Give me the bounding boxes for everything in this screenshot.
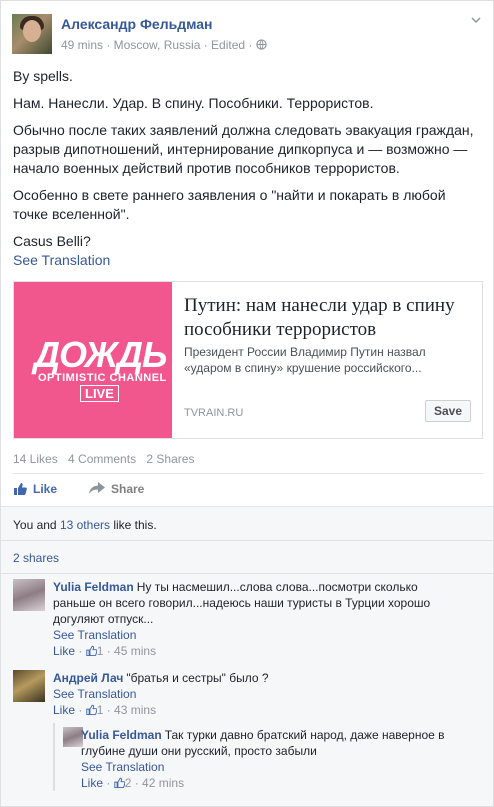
likes-count[interactable]: 14 Likes [13,452,58,466]
see-translation-link[interactable]: See Translation [13,252,110,268]
divider [13,473,483,474]
thumbs-up-icon [13,482,33,496]
comment-body: Андрей Лач "братья и сестры" было ? See T… [53,670,463,718]
reply-thread-line [53,723,55,791]
comment-meta: Like · 1 · 45 mins [53,644,157,658]
divider [1,573,493,574]
shares-link[interactable]: 2 shares [13,551,59,565]
thumbs-up-icon [86,644,97,658]
chevron-down-icon[interactable] [470,14,482,26]
post-paragraph: Обычно после таких заявлений должна след… [13,122,474,176]
logo-subtitle: OPTIMISTIC CHANNEL [38,372,167,384]
commenter-name[interactable]: Андрей Лач [53,671,123,685]
dozhd-logo: ДОЖДЬ [34,334,167,375]
commenter-name[interactable]: Yulia Feldman [81,728,162,742]
shares-count[interactable]: 2 Shares [146,452,194,466]
share-label: Share [111,482,145,496]
link-preview[interactable]: ДОЖДЬ OPTIMISTIC CHANNEL LIVE Путин: нам… [13,281,483,439]
comment-like-count[interactable]: 1 [97,703,104,717]
commenter-name[interactable]: Yulia Feldman [53,580,134,594]
comments-count[interactable]: 4 Comments [68,452,136,466]
link-thumbnail[interactable]: ДОЖДЬ OPTIMISTIC CHANNEL LIVE [14,282,172,438]
logo-live-badge: LIVE [80,385,119,402]
post-paragraph: Casus Belli? [13,233,91,249]
commenter-avatar[interactable] [13,579,45,611]
comment-like-link[interactable]: Like [81,776,103,790]
like-button[interactable]: Like [13,482,57,496]
comment-like-count[interactable]: 2 [125,776,132,790]
divider [1,540,493,541]
comment-like-link[interactable]: Like [53,644,75,658]
post-header: Александр Фельдман 49 mins · Moscow, Rus… [12,14,482,56]
save-button[interactable]: Save [425,400,471,422]
comment-text: "братья и сестры" было ? [126,671,269,685]
author-avatar[interactable] [12,14,52,54]
link-title[interactable]: Путин: нам нанесли удар в спину пособник… [184,294,474,342]
see-translation-link[interactable]: See Translation [81,760,164,774]
share-arrow-icon [89,482,111,496]
comment-time[interactable]: 43 mins [114,703,156,717]
see-translation-link[interactable]: See Translation [53,687,136,701]
globe-icon [256,38,267,52]
author-name[interactable]: Александр Фельдман [61,16,213,32]
see-translation-link[interactable]: See Translation [53,628,136,642]
post-paragraph: By spells. [13,68,73,84]
post-meta: 49 mins · Moscow, Russia · Edited · [61,38,267,52]
link-domain: TVRAIN.RU [184,407,244,419]
share-button[interactable]: Share [89,482,144,496]
comment-like-count[interactable]: 1 [97,644,104,658]
likes-suffix: like this. [110,518,157,532]
thumbs-up-icon [114,776,125,790]
comment-time[interactable]: 45 mins [114,644,156,658]
post-paragraph: Особенно в свете раннего заявления о "на… [13,187,446,222]
comment-body: Yulia Feldman Так турки давно братский на… [81,727,461,791]
thumbs-up-icon [86,703,97,717]
post-meta-text[interactable]: 49 mins · Moscow, Russia · Edited · [61,38,256,52]
like-label: Like [33,482,58,496]
comment-meta: Like · 1 · 43 mins [53,703,157,717]
commenter-avatar[interactable] [13,670,45,702]
comment-meta: Like · 2 · 42 mins [81,776,185,790]
likes-summary: You and 13 others like this. [13,518,157,532]
commenter-avatar[interactable] [63,727,83,747]
likes-others-link[interactable]: 13 others [60,518,110,532]
post-paragraph: Нам. Нанесли. Удар. В спину. Пособники. … [13,95,374,111]
post-card: Александр Фельдман 49 mins · Moscow, Rus… [0,0,494,807]
likes-prefix: You and [13,518,60,532]
comment-like-link[interactable]: Like [53,703,75,717]
link-description: Президент России Владимир Путин назвал «… [184,345,426,375]
post-body: By spells. Нам. Нанесли. Удар. В спину. … [13,67,481,259]
comment-time[interactable]: 42 mins [142,776,184,790]
post-stats: 14 Likes 4 Comments 2 Shares [13,452,201,466]
comment-body: Yulia Feldman Ну ты насмешил...слова слов… [53,579,463,659]
